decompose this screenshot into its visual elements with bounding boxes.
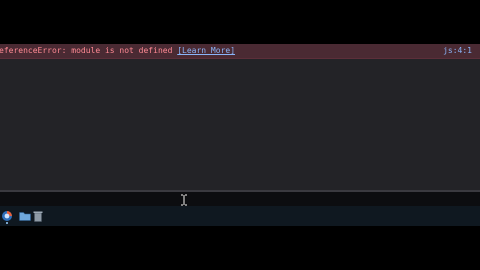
console-error-row[interactable]: eferenceError: module is not defined [Le… [0,44,480,59]
taskbar-app-files[interactable] [18,208,32,224]
folder-icon [19,212,31,221]
top-letterbox [0,0,480,44]
desktop-strip [0,192,480,206]
taskbar [0,206,480,226]
error-location-link[interactable]: js:4:1 [443,46,472,56]
browser-icon [2,211,12,221]
taskbar-app-browser[interactable] [0,208,14,224]
error-message: eferenceError: module is not defined [Le… [0,46,235,56]
text-cursor-icon [181,194,187,206]
error-text: eferenceError: module is not defined [0,46,173,55]
trash-icon [33,211,43,222]
learn-more-link[interactable]: [Learn More] [177,46,235,55]
screen: eferenceError: module is not defined [Le… [0,0,480,270]
bottom-letterbox [0,226,480,270]
console-panel[interactable]: eferenceError: module is not defined [Le… [0,44,480,190]
taskbar-app-trash[interactable] [31,208,45,224]
